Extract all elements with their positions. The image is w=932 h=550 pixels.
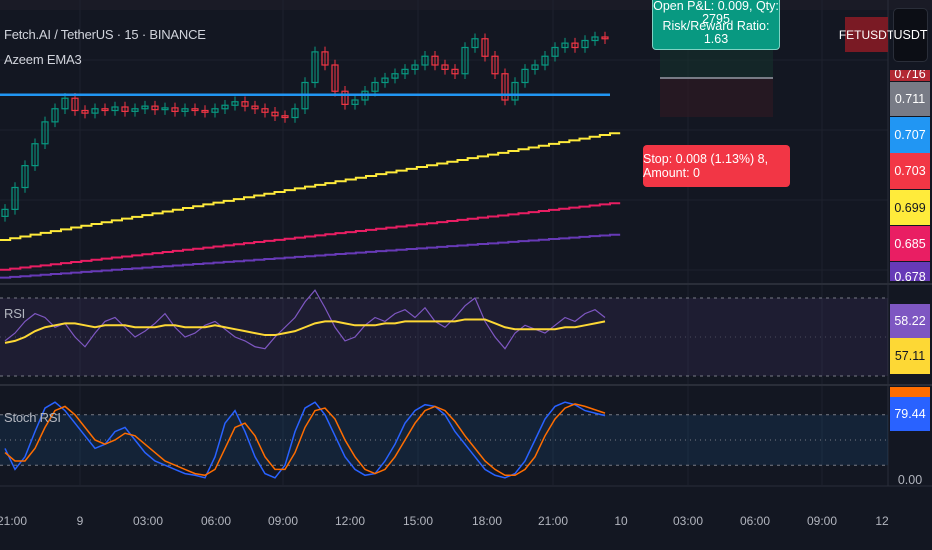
time-tick: 06:00 bbox=[200, 514, 232, 528]
stoch-k-value-label: 79.44 bbox=[890, 397, 930, 431]
price-label-ema-yellow: 0.699 bbox=[890, 190, 930, 225]
time-tick: 03:00 bbox=[672, 514, 704, 528]
currency-button[interactable]: USDT bbox=[893, 8, 928, 62]
stop-text: Stop: 0.008 (1.13%) 8, Amount: 0 bbox=[643, 152, 769, 180]
rr-text: Risk/Reward Ratio: 1.63 bbox=[662, 19, 770, 46]
time-tick: 10 bbox=[614, 514, 628, 528]
time-tick: 09:00 bbox=[806, 514, 838, 528]
stoch-zero-label: 0.00 bbox=[897, 473, 923, 487]
rsi-ma-value-label: 57.11 bbox=[890, 338, 930, 374]
time-tick: 09:00 bbox=[267, 514, 299, 528]
pane-separators bbox=[0, 0, 932, 487]
stop-loss-zone bbox=[660, 79, 773, 117]
time-tick: 12:00 bbox=[334, 514, 366, 528]
indicator-legend[interactable]: Azeem EMA3 bbox=[4, 52, 82, 67]
price-label-ema-red: 0.685 bbox=[890, 226, 930, 261]
time-tick: 12 bbox=[875, 514, 889, 528]
time-tick: 15:00 bbox=[402, 514, 434, 528]
ema-lines bbox=[0, 93, 621, 279]
ema-line bbox=[0, 132, 621, 241]
time-tick: 03:00 bbox=[132, 514, 164, 528]
price-label-stop: 0.703 bbox=[890, 153, 930, 189]
time-tick: 21:00 bbox=[0, 514, 28, 528]
rsi-legend[interactable]: RSI bbox=[4, 306, 25, 321]
price-label-hline: 0.707 bbox=[890, 117, 930, 153]
stoch-band bbox=[0, 414, 888, 466]
symbol-title[interactable]: Fetch.AI / TetherUS · 15 · BINANCE bbox=[4, 27, 206, 42]
rsi-value-label: 58.22 bbox=[890, 304, 930, 338]
time-tick: 18:00 bbox=[471, 514, 503, 528]
symbol-badge: FETUSDT bbox=[839, 17, 894, 52]
stop-label: Stop: 0.008 (1.13%) 8, Amount: 0 bbox=[643, 145, 790, 187]
time-tick: 06:00 bbox=[739, 514, 771, 528]
pnl-label: Open P&L: 0.009, Qty: 2795 Risk/Reward R… bbox=[652, 0, 780, 50]
stoch-legend[interactable]: Stoch RSI bbox=[4, 410, 61, 425]
position-box bbox=[660, 50, 773, 117]
time-tick: 9 bbox=[76, 514, 84, 528]
rsi-pane bbox=[0, 289, 888, 377]
price-label-ema-purple: 0.678 bbox=[890, 262, 930, 281]
ema-line bbox=[0, 202, 621, 271]
take-profit-zone bbox=[660, 50, 773, 78]
price-label-0716: 0.716 bbox=[890, 70, 930, 81]
time-tick: 21:00 bbox=[537, 514, 569, 528]
ema-line bbox=[0, 233, 621, 279]
rsi-band bbox=[0, 298, 888, 376]
chart-canvas[interactable] bbox=[0, 0, 932, 550]
stoch-d-label bbox=[890, 387, 930, 397]
stoch-pane bbox=[0, 401, 888, 479]
price-label-current: 0.711 bbox=[890, 82, 930, 116]
